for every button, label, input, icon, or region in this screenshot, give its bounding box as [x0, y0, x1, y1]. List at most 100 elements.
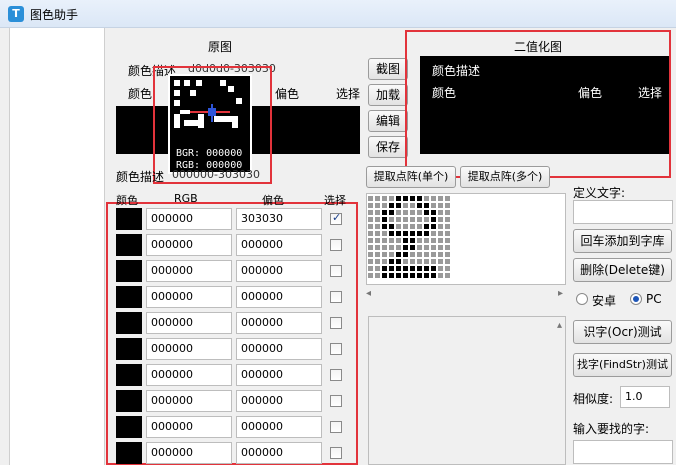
- ocr-test-button[interactable]: 识字(Ocr)测试: [573, 320, 672, 344]
- bias-field[interactable]: 000000: [236, 286, 322, 308]
- select-checkbox[interactable]: [330, 395, 342, 407]
- bias-field[interactable]: 000000: [236, 442, 322, 464]
- dot-cell: [374, 251, 381, 258]
- similarity-label: 相似度:: [573, 392, 614, 406]
- radio-pc[interactable]: [630, 293, 642, 305]
- rgb-field[interactable]: 000000: [146, 364, 232, 386]
- dot-cell: [444, 230, 451, 237]
- scroll-left-arrow[interactable]: ◂: [366, 288, 371, 299]
- dot-cell: [402, 265, 409, 272]
- input-find-field[interactable]: [573, 440, 673, 464]
- dot-cell: [402, 209, 409, 216]
- rgb-field[interactable]: 000000: [146, 312, 232, 334]
- dot-cell: [402, 216, 409, 223]
- enter-add-to-library-button[interactable]: 回车添加到字库: [573, 229, 672, 253]
- title-bar: T 图色助手: [0, 0, 676, 28]
- dot-cell: [374, 223, 381, 230]
- dot-cell: [437, 223, 444, 230]
- dot-cell: [367, 272, 374, 279]
- dot-cell: [395, 272, 402, 279]
- bias-field[interactable]: 000000: [236, 390, 322, 412]
- dot-cell: [374, 272, 381, 279]
- bias-field[interactable]: 000000: [236, 312, 322, 334]
- edit-button[interactable]: 编辑: [368, 110, 408, 132]
- dot-cell: [395, 216, 402, 223]
- rgb-field[interactable]: 000000: [146, 286, 232, 308]
- dot-cell: [395, 230, 402, 237]
- select-checkbox[interactable]: [330, 291, 342, 303]
- scroll-right-arrow[interactable]: ▸: [558, 288, 563, 299]
- dot-cell: [402, 230, 409, 237]
- bias-field[interactable]: 000000: [236, 260, 322, 282]
- dot-cell: [430, 258, 437, 265]
- dot-cell: [409, 195, 416, 202]
- bias-field[interactable]: 303030: [236, 208, 322, 230]
- dot-cell: [416, 216, 423, 223]
- dot-cell: [430, 223, 437, 230]
- save-button[interactable]: 保存: [368, 136, 408, 158]
- rgb-field[interactable]: 000000: [146, 390, 232, 412]
- select-checkbox[interactable]: [330, 211, 342, 225]
- color-swatch: [116, 208, 142, 230]
- select-checkbox[interactable]: [330, 239, 342, 251]
- define-text-input[interactable]: [573, 200, 673, 224]
- scroll-up-arrow[interactable]: ▴: [557, 320, 562, 331]
- dot-cell: [437, 258, 444, 265]
- dot-cell: [437, 244, 444, 251]
- input-find-label: 输入要找的字:: [573, 422, 650, 436]
- color-desc-value-2: 000000-303030: [172, 168, 260, 181]
- extract-single-button[interactable]: 提取点阵(单个): [366, 166, 456, 188]
- bias-field[interactable]: 000000: [236, 338, 322, 360]
- rgb-field[interactable]: 000000: [146, 338, 232, 360]
- dot-cell: [367, 202, 374, 209]
- original-select-label: 选择: [336, 87, 361, 101]
- similarity-input[interactable]: 1.0: [620, 386, 670, 408]
- dot-cell: [409, 258, 416, 265]
- bias-field[interactable]: 000000: [236, 234, 322, 256]
- dot-cell: [374, 230, 381, 237]
- dot-cell: [423, 265, 430, 272]
- dot-cell: [416, 265, 423, 272]
- dot-cell: [430, 230, 437, 237]
- dot-cell: [444, 272, 451, 279]
- findstr-test-button[interactable]: 找字(FindStr)测试: [573, 353, 672, 377]
- dot-cell: [409, 223, 416, 230]
- select-checkbox[interactable]: [330, 343, 342, 355]
- dot-cell: [409, 202, 416, 209]
- bias-field[interactable]: 000000: [236, 416, 322, 438]
- dot-cell: [374, 202, 381, 209]
- rgb-field[interactable]: 000000: [146, 234, 232, 256]
- dot-cell: [437, 195, 444, 202]
- dot-cell: [381, 230, 388, 237]
- screenshot-button[interactable]: 截图: [368, 58, 408, 80]
- extract-multi-button[interactable]: 提取点阵(多个): [460, 166, 550, 188]
- dot-cell: [374, 237, 381, 244]
- select-checkbox[interactable]: [330, 369, 342, 381]
- dot-cell: [444, 209, 451, 216]
- define-text-label: 定义文字:: [573, 186, 626, 200]
- dot-cell: [374, 265, 381, 272]
- dot-cell: [381, 258, 388, 265]
- dot-cell: [423, 216, 430, 223]
- dot-cell: [409, 251, 416, 258]
- select-checkbox[interactable]: [330, 421, 342, 433]
- dot-cell: [374, 258, 381, 265]
- dot-cell: [430, 272, 437, 279]
- delete-button[interactable]: 删除(Delete键): [573, 258, 672, 282]
- dot-cell: [395, 258, 402, 265]
- dot-cell: [430, 209, 437, 216]
- load-button[interactable]: 加载: [368, 84, 408, 106]
- rgb-field[interactable]: 000000: [146, 442, 232, 464]
- dot-cell: [444, 195, 451, 202]
- rgb-field[interactable]: 000000: [146, 260, 232, 282]
- dot-cell: [430, 265, 437, 272]
- select-checkbox[interactable]: [330, 265, 342, 277]
- bias-field[interactable]: 000000: [236, 364, 322, 386]
- select-checkbox[interactable]: [330, 447, 342, 459]
- output-area[interactable]: [368, 316, 566, 465]
- radio-android[interactable]: [576, 293, 588, 305]
- select-checkbox[interactable]: [330, 317, 342, 329]
- table-header-bias: 偏色: [262, 194, 284, 207]
- rgb-field[interactable]: 000000: [146, 416, 232, 438]
- rgb-field[interactable]: 000000: [146, 208, 232, 230]
